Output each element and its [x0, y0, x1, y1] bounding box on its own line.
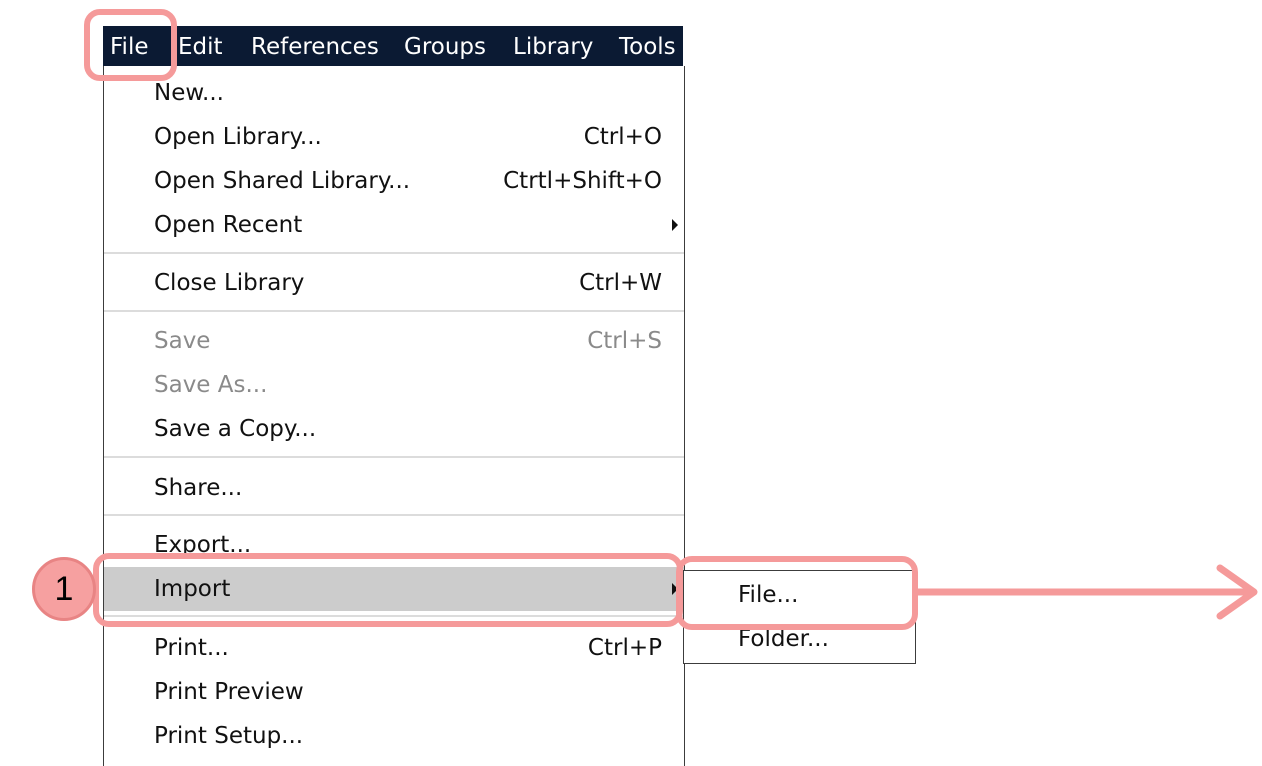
- shortcut-label: Ctrl+P: [587, 635, 662, 661]
- import-submenu: File... Folder...: [683, 570, 916, 664]
- menu-item-open-library[interactable]: Open Library... Ctrl+O: [104, 115, 684, 159]
- menu-separator: [104, 514, 684, 516]
- menu-item-save-a-copy[interactable]: Save a Copy...: [104, 407, 684, 451]
- arrow-right-icon: [914, 564, 1258, 620]
- menu-item-close-library[interactable]: Close Library Ctrl+W: [104, 261, 684, 305]
- submenu-item-folder[interactable]: Folder...: [684, 617, 915, 661]
- submenu-arrow-icon: [672, 583, 678, 595]
- shortcut-label: Ctrl+W: [579, 270, 662, 296]
- menu-file[interactable]: File: [110, 26, 149, 66]
- menu-item-label: Open Library...: [154, 124, 322, 150]
- menu-item-share[interactable]: Share...: [104, 466, 684, 510]
- shortcut-label: Ctrtl+Shift+O: [503, 168, 662, 194]
- menu-separator: [104, 456, 684, 458]
- menu-item-print-preview[interactable]: Print Preview: [104, 670, 684, 714]
- menu-item-label: Share...: [154, 475, 243, 501]
- menu-item-label: Save As...: [154, 372, 268, 398]
- menu-item-new[interactable]: New...: [104, 71, 684, 115]
- menu-item-print-setup[interactable]: Print Setup...: [104, 714, 684, 758]
- shortcut-label: Ctrl+S: [587, 328, 662, 354]
- menu-item-label: Export...: [154, 532, 252, 558]
- menu-bar: File Edit References Groups Library Tool…: [103, 26, 683, 66]
- submenu-item-label: Folder...: [738, 626, 829, 652]
- menu-edit[interactable]: Edit: [178, 26, 223, 66]
- menu-library[interactable]: Library: [513, 26, 593, 66]
- menu-references[interactable]: References: [251, 26, 379, 66]
- menu-item-import[interactable]: Import: [104, 567, 684, 611]
- menu-item-label: Close Library: [154, 270, 305, 296]
- step-number-badge: 1: [32, 557, 96, 621]
- menu-item-save-as[interactable]: Save As...: [104, 363, 684, 407]
- submenu-item-label: File...: [738, 582, 799, 608]
- menu-item-open-recent[interactable]: Open Recent: [104, 203, 684, 247]
- menu-item-open-shared-library[interactable]: Open Shared Library... Ctrtl+Shift+O: [104, 159, 684, 203]
- menu-item-label: Print Preview: [154, 679, 304, 705]
- menu-item-label: Save: [154, 328, 211, 354]
- submenu-item-file[interactable]: File...: [684, 573, 915, 617]
- menu-separator: [104, 615, 684, 617]
- menu-tools[interactable]: Tools: [619, 26, 676, 66]
- file-menu: New... Open Library... Ctrl+O Open Share…: [103, 66, 685, 766]
- menu-item-label: Open Shared Library...: [154, 168, 411, 194]
- menu-separator: [104, 310, 684, 312]
- shortcut-label: Ctrl+O: [583, 124, 662, 150]
- menu-item-save[interactable]: Save Ctrl+S: [104, 319, 684, 363]
- menu-item-label: Import: [154, 576, 231, 602]
- menu-item-label: Save a Copy...: [154, 416, 317, 442]
- menu-groups[interactable]: Groups: [404, 26, 486, 66]
- menu-item-label: Print...: [154, 635, 229, 661]
- menu-item-label: Print Setup...: [154, 723, 304, 749]
- submenu-arrow-icon: [672, 219, 678, 231]
- menu-item-export[interactable]: Export...: [104, 523, 684, 567]
- menu-item-label: New...: [154, 80, 224, 106]
- menu-item-label: Open Recent: [154, 212, 303, 238]
- menu-item-print[interactable]: Print... Ctrl+P: [104, 626, 684, 670]
- menu-separator: [104, 252, 684, 254]
